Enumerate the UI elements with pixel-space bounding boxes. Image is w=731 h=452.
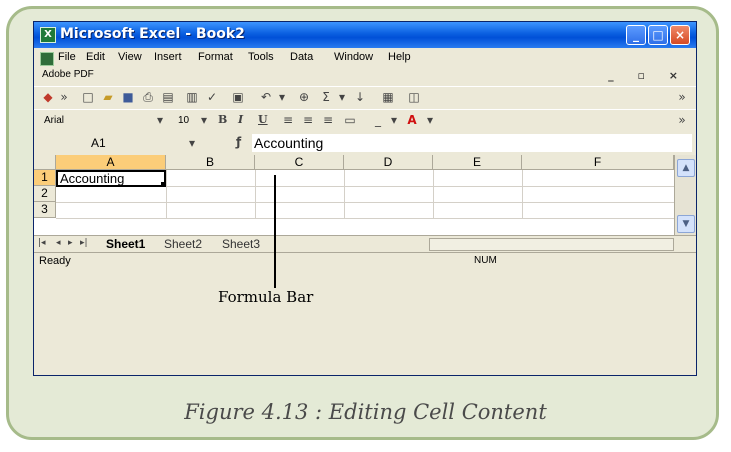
workbook-icon[interactable] (40, 52, 54, 66)
column-header-a[interactable]: A (56, 155, 166, 170)
open-icon[interactable]: ▰ (100, 90, 116, 104)
column-header-f[interactable]: F (522, 155, 674, 170)
adobe-pdf-menu[interactable]: Adobe PDF (42, 69, 94, 80)
menu-view[interactable]: View (118, 51, 142, 63)
gridline (255, 170, 256, 218)
column-header-b[interactable]: B (166, 155, 255, 170)
sheet-tab-2[interactable]: Sheet2 (164, 237, 202, 251)
excel-app-icon: X (40, 27, 56, 43)
merge-center-icon[interactable]: ▭ (342, 113, 358, 127)
menu-edit[interactable]: Edit (86, 51, 105, 63)
borders-icon[interactable]: _ (370, 113, 386, 127)
spelling-icon[interactable]: ✓ (204, 90, 220, 104)
undo-icon[interactable]: ↶ (258, 90, 274, 104)
scroll-up-icon[interactable]: ▲ (677, 159, 695, 177)
next-sheet-icon[interactable]: ▸ (68, 238, 73, 248)
column-header-c[interactable]: C (255, 155, 344, 170)
menu-help[interactable]: Help (388, 51, 411, 63)
italic-icon[interactable]: I (238, 113, 243, 126)
name-box[interactable]: A1 (40, 134, 170, 152)
research-icon[interactable]: ▥ (184, 90, 200, 104)
print-icon[interactable]: ⎙ (140, 90, 156, 104)
formatting-more-icon[interactable]: » (674, 113, 690, 127)
adobe-pdf-icon[interactable]: ◆ (40, 90, 56, 104)
last-sheet-icon[interactable]: ▸| (80, 238, 88, 248)
sheet-tab-1[interactable]: Sheet1 (106, 237, 145, 251)
vertical-scrollbar[interactable]: ▲ ▼ (674, 155, 696, 235)
window-title: Microsoft Excel - Book2 (60, 26, 245, 42)
autosum-icon[interactable]: Σ (318, 90, 334, 104)
menu-data[interactable]: Data (290, 51, 313, 63)
menu-file[interactable]: File (58, 51, 76, 63)
menu-format[interactable]: Format (198, 51, 233, 63)
chart-wizard-icon[interactable]: ▦ (380, 90, 396, 104)
figure-caption: Figure 4.13 : Editing Cell Content (184, 400, 547, 424)
underline-icon[interactable]: U (258, 113, 268, 126)
row-header-2[interactable]: 2 (34, 186, 56, 202)
menu-bar: File Edit View Insert Format Tools Data … (34, 49, 696, 85)
minimize-button[interactable]: _ (626, 25, 646, 45)
prev-sheet-icon[interactable]: ◂ (56, 238, 61, 248)
menu-tools[interactable]: Tools (248, 51, 274, 63)
print-preview-icon[interactable]: ▤ (160, 90, 176, 104)
row-header-1[interactable]: 1 (34, 170, 56, 186)
gridline (56, 202, 674, 203)
formula-input[interactable]: Accounting (252, 134, 692, 152)
borders-dropdown-icon[interactable]: ▾ (386, 113, 402, 127)
name-box-dropdown-icon[interactable]: ▾ (184, 136, 200, 150)
document-window-controls[interactable]: _ ▫ × (608, 69, 688, 82)
row-header-3[interactable]: 3 (34, 202, 56, 218)
gridline (166, 170, 167, 218)
close-button[interactable]: × (670, 25, 690, 45)
undo-dropdown-icon[interactable]: ▾ (274, 90, 290, 104)
toolbar-more-icon[interactable]: » (674, 90, 690, 104)
hyperlink-icon[interactable]: ⊕ (296, 90, 312, 104)
sort-ascending-icon[interactable]: ↓ (352, 90, 368, 104)
formatting-toolbar: Arial ▾ 10 ▾ B I U ≡ ≡ ≡ ▭ _ ▾ A ▾ » (34, 109, 696, 132)
drawing-icon[interactable]: ◫ (406, 90, 422, 104)
formula-bar: A1 ▾ ƒ Accounting (34, 132, 696, 154)
status-num-lock: NUM (474, 255, 497, 266)
font-color-icon[interactable]: A (404, 113, 420, 127)
autosum-dropdown-icon[interactable]: ▾ (334, 90, 350, 104)
align-center-icon[interactable]: ≡ (300, 113, 316, 127)
menu-window[interactable]: Window (334, 51, 373, 63)
insert-function-icon[interactable]: ƒ (236, 135, 241, 149)
column-header-e[interactable]: E (433, 155, 522, 170)
font-size-dropdown-icon[interactable]: ▾ (196, 113, 212, 127)
sheet-tab-bar: |◂ ◂ ▸ ▸| Sheet1 Sheet2 Sheet3 (34, 235, 696, 253)
font-name-dropdown-icon[interactable]: ▾ (152, 113, 168, 127)
toolbar-options-icon[interactable]: » (56, 90, 72, 104)
new-icon[interactable]: □ (80, 90, 96, 104)
title-bar[interactable]: X Microsoft Excel - Book2 _ □ × (34, 22, 696, 48)
active-cell-a1[interactable]: Accounting (56, 170, 166, 187)
font-name-select[interactable]: Arial (40, 113, 150, 128)
gridline (433, 170, 434, 218)
formula-bar-callout-label: Formula Bar (218, 288, 314, 306)
bold-icon[interactable]: B (218, 113, 227, 126)
column-header-d[interactable]: D (344, 155, 433, 170)
gridline (522, 170, 523, 218)
standard-toolbar: ◆ » □ ▰ ■ ⎙ ▤ ▥ ✓ ▣ ↶ ▾ ⊕ Σ ▾ ↓ ▦ ◫ » (34, 86, 696, 109)
font-color-dropdown-icon[interactable]: ▾ (422, 113, 438, 127)
align-right-icon[interactable]: ≡ (320, 113, 336, 127)
gridline (344, 170, 345, 218)
status-bar: Ready NUM (34, 252, 696, 270)
horizontal-scrollbar[interactable] (429, 238, 674, 251)
select-all-corner[interactable] (34, 155, 56, 170)
scroll-down-icon[interactable]: ▼ (677, 215, 695, 233)
save-icon[interactable]: ■ (120, 90, 136, 104)
paste-icon[interactable]: ▣ (230, 90, 246, 104)
align-left-icon[interactable]: ≡ (280, 113, 296, 127)
maximize-button[interactable]: □ (648, 25, 668, 45)
sheet-tab-3[interactable]: Sheet3 (222, 237, 260, 251)
menu-insert[interactable]: Insert (154, 51, 182, 63)
first-sheet-icon[interactable]: |◂ (38, 238, 46, 248)
status-ready: Ready (39, 255, 71, 267)
callout-pointer-line (274, 175, 276, 288)
fill-handle[interactable] (161, 182, 166, 187)
gridline (56, 218, 674, 219)
excel-window: X Microsoft Excel - Book2 _ □ × File Edi… (33, 21, 697, 376)
